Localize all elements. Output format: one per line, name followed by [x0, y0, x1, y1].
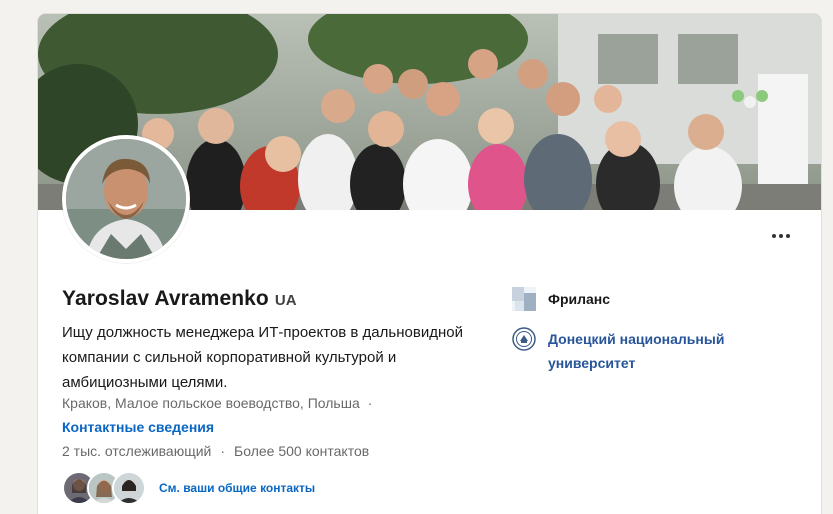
mutual-avatar — [112, 471, 146, 505]
location-text: Краков, Малое польское воеводство, Польш… — [62, 395, 360, 411]
profile-avatar[interactable] — [62, 135, 190, 263]
education-item[interactable]: Донецкий национальный университет — [512, 327, 758, 375]
company-logo-icon — [512, 287, 536, 311]
current-company[interactable]: Фриланс — [512, 287, 610, 311]
name-row: Yaroslav Avramenko UA — [62, 287, 297, 311]
profile-headline: Ищу должность менеджера ИТ-проектов в да… — [62, 324, 463, 391]
profile-name: Yaroslav Avramenko — [62, 287, 269, 310]
pronoun-badge: UA — [274, 292, 297, 309]
mutual-avatars — [62, 471, 146, 505]
mutual-connections-row[interactable]: См. ваши общие контакты — [62, 471, 315, 505]
followers-count[interactable]: 2 тыс. отслеживающий — [62, 443, 211, 459]
connections-count[interactable]: Более 500 контактов — [234, 443, 369, 459]
stats-separator: · — [220, 443, 226, 459]
avatar-photo — [66, 139, 186, 259]
stats-row: 2 тыс. отслеживающий · Более 500 контакт… — [62, 443, 369, 459]
location-row: Краков, Малое польское воеводство, Польш… — [62, 395, 372, 411]
university-name: Донецкий национальный университет — [548, 331, 725, 371]
location-separator: · — [367, 395, 373, 411]
more-actions-icon[interactable] — [767, 228, 795, 244]
contact-info-link[interactable]: Контактные сведения — [62, 419, 214, 435]
profile-card: Yaroslav Avramenko UA Ищу должность мене… — [38, 14, 821, 514]
mutual-connections-link[interactable]: См. ваши общие контакты — [159, 481, 315, 495]
company-name: Фриланс — [548, 291, 611, 307]
university-seal-icon — [512, 327, 536, 351]
